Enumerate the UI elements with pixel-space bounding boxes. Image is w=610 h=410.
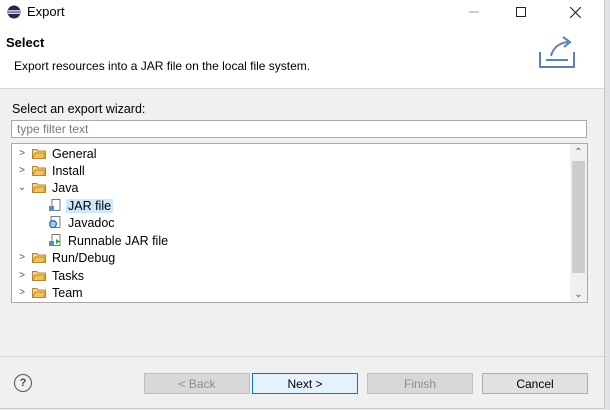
- tree-item-runnable-jar[interactable]: Runnable JAR file: [48, 232, 170, 249]
- page-description: Export resources into a JAR file on the …: [14, 59, 311, 73]
- folder-icon: [32, 149, 46, 159]
- folder-icon: [32, 253, 46, 263]
- wizard-tree[interactable]: > General > Install ⌄ Java JAR file @ Ja…: [11, 143, 588, 303]
- minimize-icon: [469, 11, 479, 13]
- tree-item-tasks[interactable]: > Tasks: [16, 267, 86, 284]
- window-title: Export: [27, 4, 65, 19]
- tree-item-jar-file[interactable]: JAR file: [48, 197, 114, 214]
- tree-item-label: Run/Debug: [52, 250, 116, 265]
- collapse-arrow-icon[interactable]: ⌄: [16, 182, 28, 193]
- tree-item-install[interactable]: > Install: [16, 162, 87, 179]
- svg-text:@: @: [50, 222, 55, 228]
- scroll-thumb[interactable]: [572, 161, 585, 273]
- maximize-icon: [516, 7, 526, 17]
- expand-arrow-icon[interactable]: >: [16, 287, 28, 298]
- page-title: Select: [6, 35, 45, 50]
- expand-arrow-icon[interactable]: >: [16, 252, 28, 263]
- wizard-select-label: Select an export wizard:: [12, 102, 146, 116]
- tree-item-java[interactable]: ⌄ Java: [16, 179, 80, 196]
- minimize-button[interactable]: [451, 0, 497, 24]
- close-icon: [569, 6, 581, 18]
- runnable-jar-icon: [49, 234, 61, 246]
- footer-separator: [0, 356, 604, 357]
- tree-item-javadoc[interactable]: @ Javadoc: [48, 214, 117, 231]
- jar-file-icon: [49, 199, 61, 211]
- tree-item-label: General: [52, 146, 97, 161]
- javadoc-icon: @: [49, 216, 61, 228]
- next-button[interactable]: Next >: [252, 373, 358, 394]
- tree-item-label: JAR file: [66, 198, 114, 213]
- open-folder-icon: [32, 183, 46, 193]
- expand-arrow-icon[interactable]: >: [16, 270, 28, 281]
- finish-button[interactable]: Finish: [367, 373, 473, 394]
- tree-item-label: Javadoc: [68, 215, 115, 230]
- help-icon[interactable]: ?: [14, 374, 32, 392]
- expand-arrow-icon[interactable]: >: [16, 165, 28, 176]
- close-button[interactable]: [552, 0, 598, 24]
- wizard-banner: Select Export resources into a JAR file …: [0, 24, 604, 89]
- filter-input[interactable]: [11, 120, 587, 138]
- tree-item-run-debug[interactable]: > Run/Debug: [16, 249, 117, 266]
- maximize-button[interactable]: [498, 0, 544, 24]
- folder-icon: [32, 166, 46, 176]
- tree-item-general[interactable]: > General: [16, 145, 98, 162]
- scroll-down-icon[interactable]: ⌄: [570, 286, 587, 302]
- export-dialog: Export Select Export resources into a JA…: [0, 0, 605, 409]
- tree-item-label: Team: [52, 285, 83, 300]
- cancel-button[interactable]: Cancel: [482, 373, 588, 394]
- scroll-up-icon[interactable]: ⌃: [570, 144, 587, 160]
- back-button[interactable]: < Back: [144, 373, 250, 394]
- folder-icon: [32, 271, 46, 281]
- export-banner-icon: [539, 36, 575, 68]
- background-window-edge: [605, 0, 610, 410]
- expand-arrow-icon[interactable]: >: [16, 148, 28, 159]
- tree-item-label: Install: [52, 163, 85, 178]
- folder-icon: [32, 288, 46, 298]
- tree-item-label: Runnable JAR file: [68, 233, 169, 248]
- tree-item-label: Java: [52, 180, 79, 195]
- tree-scrollbar[interactable]: ⌃ ⌄: [570, 144, 587, 302]
- eclipse-icon: [7, 5, 21, 19]
- title-bar[interactable]: Export: [0, 0, 604, 24]
- tree-item-label: Tasks: [52, 268, 84, 283]
- tree-item-team[interactable]: > Team: [16, 284, 85, 301]
